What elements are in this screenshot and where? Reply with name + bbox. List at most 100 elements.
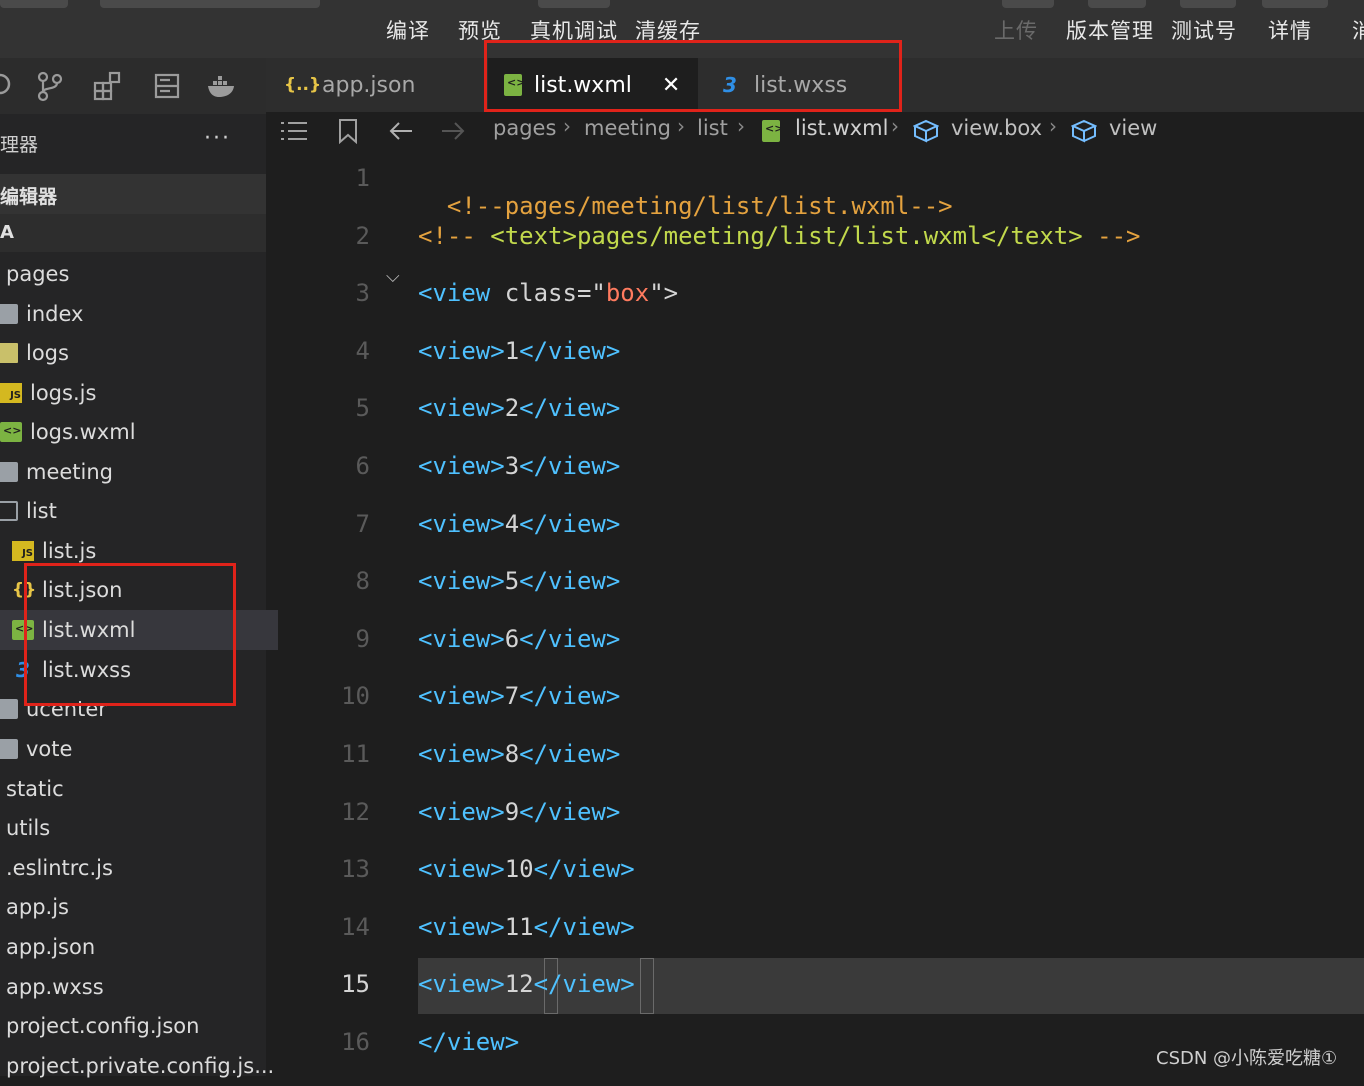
code-line[interactable]: <view>5</view> [418, 567, 620, 595]
breadcrumb-view-box[interactable]: view.box [951, 116, 1042, 140]
toolbar-stub [100, 0, 320, 8]
breadcrumb-list[interactable]: list [697, 116, 728, 140]
tag-text: 5 [504, 567, 520, 596]
tree-item[interactable]: pages [6, 254, 69, 294]
tree-item[interactable]: ucenter [0, 689, 107, 729]
tree-item[interactable]: 3 list.wxss [12, 650, 131, 690]
outline-icon[interactable] [280, 120, 308, 142]
code-line-1[interactable]: <!--pages/meeting/list/list.wxml--> [418, 164, 953, 220]
code-line[interactable]: <view>7</view> [418, 682, 620, 710]
code-line[interactable]: <view>10</view> [418, 855, 635, 883]
tree-item[interactable]: index [0, 294, 83, 334]
tree-item[interactable]: list [0, 491, 57, 531]
attr-value: box [605, 279, 650, 307]
tree-item[interactable]: app.json [6, 927, 95, 967]
tag-open: <view> [418, 336, 505, 365]
wxss-icon: 3 [723, 73, 737, 97]
tree-item[interactable]: .eslintrc.js [6, 848, 113, 888]
code-line[interactable]: <view>6</view> [418, 625, 620, 653]
tab-app-json[interactable]: {..} app.json [266, 58, 486, 112]
tree-item-label: project.private.config.js... [6, 1054, 275, 1078]
code-line[interactable]: <view>3</view> [418, 452, 620, 480]
compile-button[interactable]: 编译 [386, 15, 430, 45]
comment-close: --> [1082, 222, 1141, 250]
tag-text: 1 [504, 336, 520, 365]
tree-item-label: list [26, 499, 57, 523]
tree-item-label: meeting [26, 460, 114, 484]
cube-icon [1071, 119, 1097, 143]
tree-item[interactable]: vote [0, 729, 72, 769]
chevron-down-icon[interactable]: ⌵ [386, 266, 400, 287]
search-icon[interactable] [0, 70, 18, 102]
chevron-right-icon: › [1049, 114, 1057, 138]
storage-icon[interactable] [152, 70, 184, 102]
tree-item[interactable]: logs.wxml [0, 412, 136, 452]
comment-tag-open: <text> [490, 222, 577, 250]
tree-item-label: static [6, 777, 64, 801]
tree-item[interactable]: utils [6, 808, 50, 848]
details-button[interactable]: 详情 [1268, 15, 1312, 45]
code-line[interactable]: <view>4</view> [418, 510, 620, 538]
extensions-icon[interactable] [92, 70, 124, 102]
tag-close: </view> [418, 1028, 520, 1056]
tree-item[interactable]: {} list.json [12, 570, 122, 610]
code-line[interactable]: <view>8</view> [418, 740, 620, 768]
upload-button[interactable]: 上传 [994, 15, 1038, 45]
json-icon: {..} [284, 75, 322, 95]
code-line[interactable]: <view>2</view> [418, 394, 620, 422]
tag-text: 12 [504, 970, 534, 999]
tab-list-wxss[interactable]: 3 list.wxss [700, 58, 912, 112]
tree-item[interactable]: list.wxml [0, 610, 278, 650]
comment: <!--pages/meeting/list/list.wxml--> [446, 192, 953, 220]
tree-item[interactable]: static [6, 769, 64, 809]
breadcrumb-pages[interactable]: pages [493, 116, 556, 140]
code-line-16[interactable]: </view> [418, 1028, 519, 1056]
code-line[interactable]: <view>9</view> [418, 798, 620, 826]
tab-list-wxml[interactable]: list.wxml ✕ [488, 58, 698, 112]
more-actions-button[interactable]: ··· [204, 126, 231, 151]
code-line[interactable]: <view>11</view> [418, 913, 635, 941]
breadcrumb-view[interactable]: view [1109, 116, 1157, 140]
clear-cache-button[interactable]: 清缓存 [635, 15, 701, 45]
tree-item[interactable]: JS logs.js [0, 373, 96, 413]
project-header[interactable] [0, 214, 266, 252]
code-line[interactable]: <view>1</view> [418, 337, 620, 365]
source-control-icon[interactable] [34, 70, 66, 102]
preview-button[interactable]: 预览 [458, 15, 502, 45]
toolbar-stub [538, 0, 610, 8]
bookmark-icon[interactable] [338, 118, 358, 144]
device-debug-button[interactable]: 真机调试 [530, 15, 618, 45]
code-line-2[interactable]: <!-- <text>pages/meeting/list/list.wxml<… [418, 222, 1140, 250]
tree-item[interactable]: app.wxss [6, 967, 104, 1007]
more-toolbar-button[interactable]: 消 [1352, 15, 1364, 45]
code-line[interactable]: <view>12</view> [418, 970, 635, 998]
tag-close: </view> [519, 336, 621, 365]
tree-item-label: pages [6, 262, 70, 286]
tree-item[interactable]: logs [0, 333, 69, 373]
tag-close: </view> [533, 912, 635, 941]
toolbar-stub [1088, 0, 1146, 8]
tree-item-label: list.json [42, 578, 123, 602]
tree-item[interactable]: project.private.config.js... [6, 1046, 274, 1086]
tree-item[interactable]: JS list.js [12, 531, 96, 571]
docker-icon[interactable] [206, 70, 238, 102]
tag-text: 8 [504, 740, 520, 768]
tree-item-label: project.config.json [6, 1014, 200, 1038]
line-number: 7 [355, 509, 370, 538]
close-icon[interactable]: ✕ [662, 73, 680, 98]
tab-label: list.wxml [534, 72, 632, 98]
tree-item[interactable]: app.js [6, 887, 69, 927]
test-id-button[interactable]: 测试号 [1171, 15, 1237, 45]
forward-arrow-icon[interactable] [440, 120, 466, 142]
breadcrumb-meeting[interactable]: meeting [584, 116, 671, 140]
tag-text: 10 [504, 855, 534, 884]
breadcrumb-file[interactable]: list.wxml [795, 116, 888, 140]
version-button[interactable]: 版本管理 [1066, 15, 1154, 45]
code-line-3[interactable]: <view class="box"> [418, 279, 678, 307]
line-number: 9 [355, 624, 370, 653]
tree-item[interactable]: project.config.json [6, 1006, 199, 1046]
tag-text: 6 [504, 624, 520, 653]
back-arrow-icon[interactable] [388, 120, 414, 142]
chevron-right-icon: › [737, 114, 745, 138]
tree-item[interactable]: meeting [0, 452, 113, 492]
